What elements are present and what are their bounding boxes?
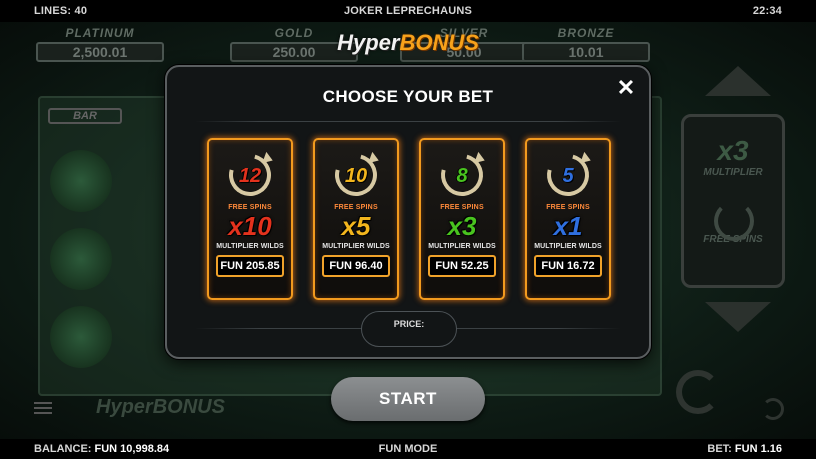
clover-symbol (50, 228, 112, 290)
bet: BET: FUN 1.16 (707, 443, 782, 455)
autoplay-icon[interactable] (762, 398, 784, 420)
free-spins-label: FREE SPINS (334, 204, 378, 211)
clock: 22:34 (752, 5, 782, 17)
free-spins-badge-icon: 12 (221, 146, 279, 204)
multiplier-wilds-label: MULTIPLIER WILDS (534, 243, 602, 250)
free-spins-icon (714, 201, 754, 241)
bet-option-card[interactable]: 5 FREE SPINS x1 MULTIPLIER WILDS FUN 16.… (525, 138, 611, 300)
bet-option-card[interactable]: 10 FREE SPINS x5 MULTIPLIER WILDS FUN 96… (313, 138, 399, 300)
logo-hyper: Hyper (337, 30, 400, 55)
clover-symbol (50, 150, 112, 212)
game-mode: FUN MODE (378, 443, 438, 455)
bet-price: FUN 205.85 (216, 255, 284, 277)
bet-price: FUN 16.72 (534, 255, 602, 277)
multiplier-wilds-label: MULTIPLIER WILDS (216, 243, 284, 250)
multiplier-value: x1 (553, 211, 583, 241)
free-spins-badge-icon: 8 (433, 146, 491, 204)
dialog-title: CHOOSE YOUR BET (322, 87, 494, 106)
free-spins-count: 12 (238, 165, 262, 187)
scroll-up-arrow (705, 66, 771, 96)
free-spins-label: FREE SPINS (546, 204, 590, 211)
menu-icon[interactable] (34, 402, 52, 414)
side-multiplier-label: MULTIPLIER (703, 167, 763, 178)
side-multiplier: x3 (717, 135, 749, 166)
bet-option-card[interactable]: 8 FREE SPINS x3 MULTIPLIER WILDS FUN 52.… (419, 138, 505, 300)
free-spins-label: FREE SPINS (228, 204, 272, 211)
multiplier-wilds-label: MULTIPLIER WILDS (322, 243, 390, 250)
multiplier-wilds-label: MULTIPLIER WILDS (428, 243, 496, 250)
free-spins-count: 10 (344, 165, 368, 187)
bet-label: BET: (707, 443, 732, 455)
free-spins-badge-icon: 10 (327, 146, 385, 204)
start-button[interactable]: START (331, 377, 485, 421)
scroll-down-arrow (705, 302, 771, 332)
spin-icon[interactable] (676, 370, 720, 414)
divider (195, 121, 621, 122)
bottom-bar: BALANCE: FUN 10,998.84 FUN MODE BET: FUN… (0, 439, 816, 459)
bet-price: FUN 96.40 (322, 255, 390, 277)
close-icon[interactable]: ✕ (613, 75, 639, 101)
bar-tag: BAR (48, 108, 122, 124)
bet-price: FUN 52.25 (428, 255, 496, 277)
logo-bonus: BONUS (399, 30, 479, 55)
bet-option-card[interactable]: 12 FREE SPINS x10 MULTIPLIER WILDS FUN 2… (207, 138, 293, 300)
free-spins-badge-icon: 5 (539, 146, 597, 204)
free-spins-label: FREE SPINS (440, 204, 484, 211)
multiplier-value: x5 (341, 211, 371, 241)
price-label: PRICE: (393, 319, 425, 329)
bet-value: FUN 1.16 (734, 443, 782, 455)
hyperbonus-logo: HyperBONUS (0, 30, 816, 56)
multiplier-value: x10 (228, 211, 272, 241)
free-spins-count: 8 (456, 165, 468, 187)
bottom-logo: HyperBONUS (96, 396, 225, 418)
top-bar: LINES: 40 JOKER LEPRECHAUNS 22:34 (0, 0, 816, 22)
price-display: PRICE: (361, 311, 457, 347)
lines-count: LINES: 40 (34, 5, 88, 17)
cherry-symbol (50, 306, 112, 368)
side-feature-panel: x3 MULTIPLIER FREE SPINS (681, 114, 785, 288)
multiplier-value: x3 (447, 211, 477, 241)
choose-bet-dialog: CHOOSE YOUR BET ✕ 12 FREE SPINS x10 MULT… (165, 65, 651, 359)
game-title: JOKER LEPRECHAUNS (343, 5, 473, 17)
free-spins-count: 5 (562, 165, 574, 187)
